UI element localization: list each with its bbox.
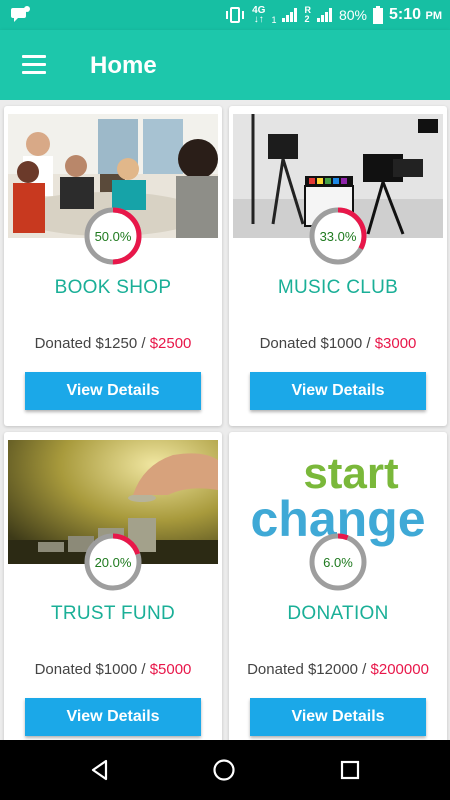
sim1-label: 1 bbox=[271, 15, 277, 25]
signal-icon-sim1 bbox=[282, 8, 298, 22]
signal-icon-sim2 bbox=[316, 8, 332, 22]
campaign-title: BOOK SHOP bbox=[54, 277, 172, 298]
recent-apps-icon[interactable] bbox=[338, 758, 362, 782]
campaign-title: MUSIC CLUB bbox=[277, 277, 399, 298]
donation-summary: Donated $1250 / $2500 bbox=[34, 335, 192, 352]
menu-button[interactable] bbox=[22, 55, 48, 75]
progress-ring bbox=[84, 533, 142, 591]
back-icon[interactable] bbox=[88, 758, 112, 782]
view-details-button[interactable]: View Details bbox=[25, 698, 201, 736]
sim2-label: 2 bbox=[304, 14, 310, 24]
battery-icon bbox=[373, 6, 384, 24]
chat-notification-icon bbox=[11, 6, 30, 22]
campaign-card-donation[interactable]: start change 6.0% DONATION Donated $1200… bbox=[229, 432, 447, 740]
campaign-grid: 50.0% BOOK SHOP Donated $1250 / $2500 Vi… bbox=[0, 100, 450, 740]
donation-goal: $200000 bbox=[370, 661, 429, 678]
battery-percent: 80% bbox=[338, 7, 368, 23]
network-type: 4G ↓↑ bbox=[252, 5, 266, 25]
campaign-card-book-shop[interactable]: 50.0% BOOK SHOP Donated $1250 / $2500 Vi… bbox=[4, 106, 222, 426]
view-details-button[interactable]: View Details bbox=[25, 372, 201, 410]
donation-goal: $3000 bbox=[374, 335, 417, 352]
app-bar: Home bbox=[0, 30, 450, 100]
campaign-card-music-club[interactable]: 33.0% MUSIC CLUB Donated $1000 / $3000 V… bbox=[229, 106, 447, 426]
progress-ring bbox=[84, 207, 142, 265]
vibrate-icon bbox=[226, 7, 245, 23]
campaign-title: DONATION bbox=[287, 603, 389, 624]
progress-ring bbox=[309, 533, 367, 591]
donation-goal: $5000 bbox=[149, 661, 192, 678]
campaign-title: TRUST FUND bbox=[50, 603, 176, 624]
donation-goal: $2500 bbox=[149, 335, 192, 352]
campaign-card-trust-fund[interactable]: 20.0% TRUST FUND Donated $1000 / $5000 V… bbox=[4, 432, 222, 740]
status-bar: 4G ↓↑ 1 R 2 80% 5:10 PM bbox=[0, 0, 450, 30]
home-icon[interactable] bbox=[212, 758, 236, 782]
donation-summary: Donated $1000 / $3000 bbox=[259, 335, 417, 352]
view-details-button[interactable]: View Details bbox=[250, 372, 426, 410]
donation-summary: Donated $12000 / $200000 bbox=[247, 661, 429, 678]
progress-ring bbox=[309, 207, 367, 265]
donation-summary: Donated $1000 / $5000 bbox=[34, 661, 192, 678]
page-title: Home bbox=[90, 52, 157, 79]
clock: 5:10 PM bbox=[389, 6, 442, 23]
system-nav-bar bbox=[0, 740, 450, 800]
view-details-button[interactable]: View Details bbox=[250, 698, 426, 736]
